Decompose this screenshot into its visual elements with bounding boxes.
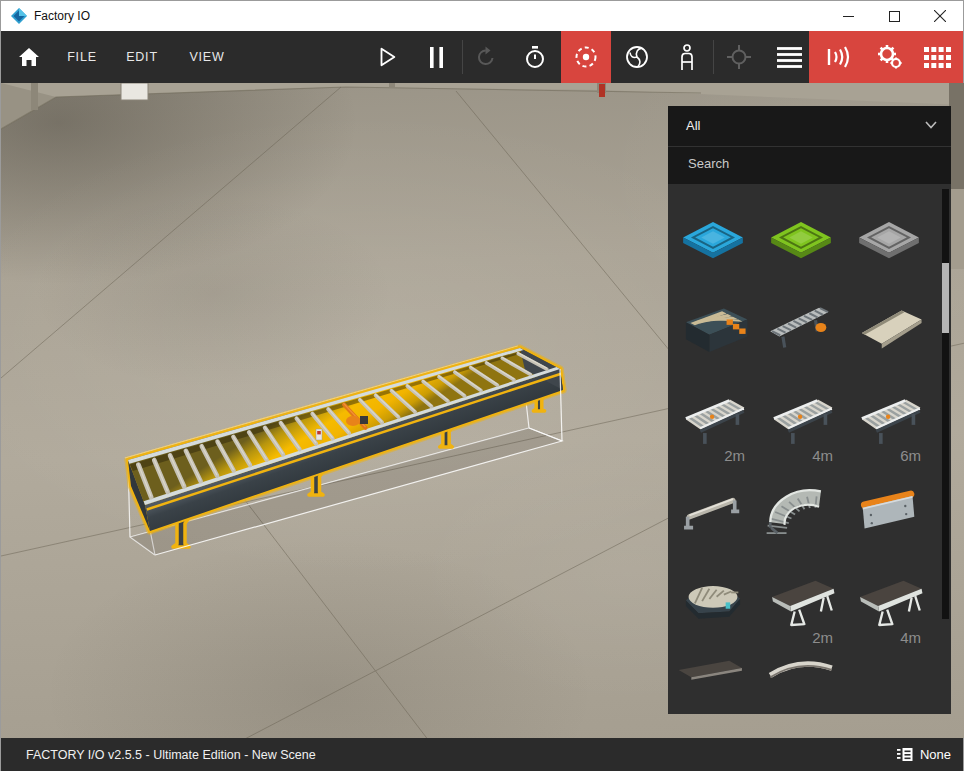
part-item-chain-transfer[interactable]	[669, 287, 757, 378]
part-item-roller-conveyor-2m[interactable]: 2m	[669, 378, 757, 469]
pause-button[interactable]	[418, 31, 454, 83]
play-button[interactable]	[367, 31, 407, 83]
category-dropdown[interactable]: All	[668, 106, 951, 146]
app-logo-icon	[11, 8, 27, 24]
part-size-label: 2m	[724, 447, 745, 464]
part-item-blue-pallet[interactable]	[669, 196, 757, 287]
fly-camera-button[interactable]	[617, 31, 657, 83]
search-input[interactable]	[686, 155, 910, 172]
scrollbar-track[interactable]	[942, 189, 949, 619]
parts-palette-panel: All	[668, 106, 951, 714]
drivers-button[interactable]	[869, 31, 909, 83]
home-button[interactable]	[11, 31, 47, 83]
driver-icon	[897, 748, 913, 762]
search-row	[668, 146, 951, 184]
category-value: All	[686, 118, 700, 133]
part-size-label: 6m	[900, 447, 921, 464]
app-version-text: FACTORY I/O v2.5.5 - Ultimate Edition - …	[26, 748, 316, 762]
part-item-turntable[interactable]	[669, 560, 757, 651]
part-item-partial-item-2[interactable]	[757, 651, 845, 714]
time-scale-button[interactable]	[515, 31, 555, 83]
main-toolbar: FILE EDIT VIEW	[1, 31, 963, 83]
part-size-label: 4m	[812, 447, 833, 464]
minimize-button[interactable]	[825, 1, 871, 31]
first-person-camera-button[interactable]	[667, 31, 707, 83]
palette-button[interactable]	[917, 31, 957, 83]
menu-file[interactable]: FILE	[61, 31, 103, 83]
part-item-gray-pallet[interactable]	[845, 196, 933, 287]
close-button[interactable]	[917, 1, 963, 31]
focus-target-button[interactable]	[719, 31, 759, 83]
status-bar: FACTORY I/O v2.5.5 - Ultimate Edition - …	[1, 738, 963, 771]
scrollbar-thumb[interactable]	[942, 263, 949, 333]
part-item-roller-conveyor-6m[interactable]: 6m	[845, 378, 933, 469]
part-size-label: 4m	[900, 629, 921, 646]
part-item-stop-blade[interactable]	[845, 469, 933, 560]
part-item-roller-feeder[interactable]	[757, 287, 845, 378]
part-item-partial-item-1[interactable]	[669, 651, 757, 714]
part-item-roller-stand[interactable]	[669, 469, 757, 560]
reset-button[interactable]	[466, 31, 506, 83]
menu-view[interactable]: VIEW	[185, 31, 229, 83]
menu-edit[interactable]: EDIT	[121, 31, 163, 83]
part-item-roller-conveyor-4m[interactable]: 4m	[757, 378, 845, 469]
scene-list-button[interactable]	[769, 31, 809, 83]
title-bar: Factory IO	[1, 1, 963, 31]
part-item-curved-roller-conveyor[interactable]	[757, 469, 845, 560]
part-item-green-pallet[interactable]	[757, 196, 845, 287]
part-item-belt-conveyor-4m[interactable]: 4m	[845, 560, 933, 651]
scene-viewport[interactable]: All	[1, 83, 964, 738]
part-item-chute[interactable]	[845, 287, 933, 378]
part-item-belt-conveyor-2m[interactable]: 2m	[757, 560, 845, 651]
sensor-tags-button[interactable]	[819, 31, 859, 83]
maximize-button[interactable]	[871, 1, 917, 31]
app-window: Factory IO FILE EDIT VIEW	[0, 0, 964, 771]
orbit-camera-button[interactable]	[561, 31, 611, 83]
driver-status: None	[920, 747, 951, 762]
window-title: Factory IO	[34, 9, 90, 23]
parts-list: 2m 4m 6m	[668, 184, 951, 714]
part-size-label: 2m	[812, 629, 833, 646]
chevron-down-icon	[925, 121, 937, 129]
